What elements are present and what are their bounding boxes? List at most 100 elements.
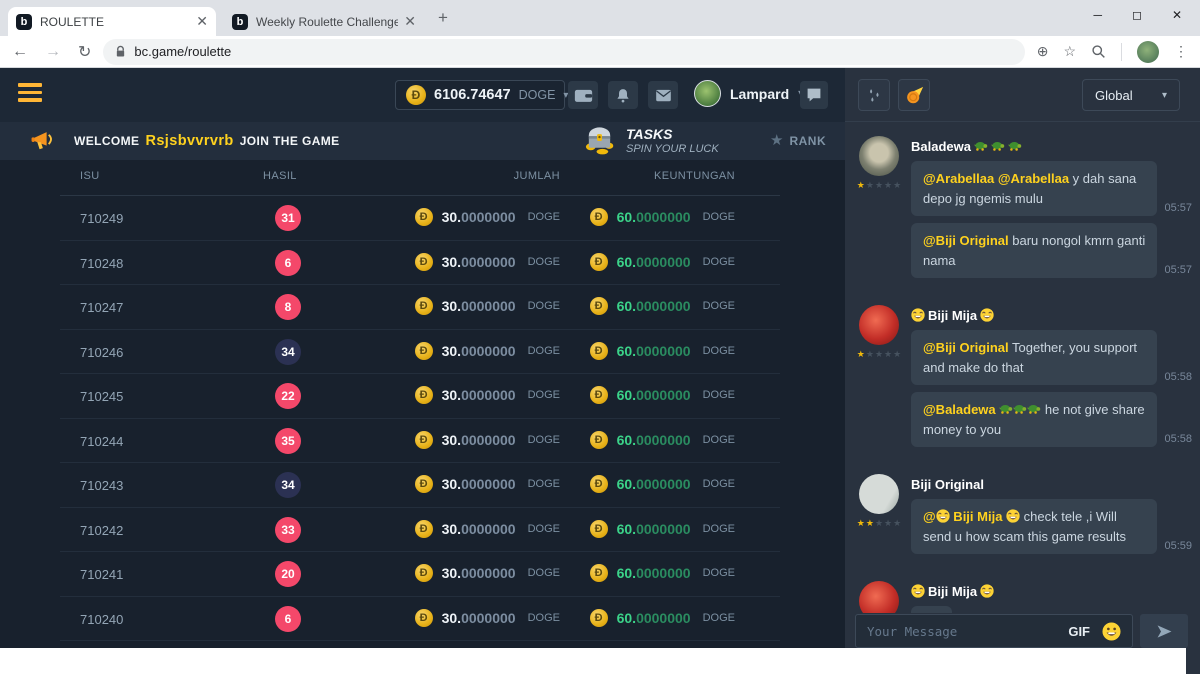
address-bar[interactable]: bc.game/roulette [103, 39, 1024, 65]
user-menu[interactable]: Lampard ▾ [694, 80, 803, 107]
user-rating: ★★★★★ [857, 181, 901, 190]
chat-avatar[interactable] [859, 474, 899, 514]
row-amount: Đ 30.0000000 DOGE [415, 520, 560, 538]
table-row: 710245 22 Đ 30.0000000 DOGE Đ 60.0000000… [60, 374, 780, 419]
search-icon[interactable] [1091, 44, 1106, 59]
tab-weekly-challenge[interactable]: b Weekly Roulette Challenge - Win ✕ [224, 7, 424, 36]
chat-username[interactable]: Biji Mija [911, 305, 1192, 325]
table-row: 710242 33 Đ 30.0000000 DOGE Đ 60.0000000… [60, 508, 780, 553]
chat-username[interactable]: Biji Mija [911, 581, 1192, 601]
result-badge: 31 [275, 205, 301, 231]
hamburger-menu-icon[interactable] [18, 83, 42, 102]
result-badge: 8 [275, 294, 301, 320]
chat-toggle-button[interactable] [800, 81, 828, 109]
chat-mention[interactable]: @Biji Original [923, 340, 1009, 355]
row-amount: Đ 30.0000000 DOGE [415, 475, 560, 493]
chat-mention[interactable]: @Arabellaa [998, 171, 1069, 186]
messages-button[interactable] [648, 81, 678, 109]
bookmark-star-icon[interactable]: ☆ [1063, 43, 1076, 60]
send-button[interactable] [1140, 614, 1188, 648]
wallet-button[interactable] [568, 81, 598, 109]
reload-icon[interactable]: ↻ [78, 42, 91, 62]
row-isu: 710249 [80, 211, 123, 226]
back-icon[interactable]: ← [12, 43, 28, 61]
row-profit: Đ 60.0000000 DOGE [590, 609, 735, 627]
tasks-widget[interactable]: TASKS SPIN YOUR LUCK [583, 125, 719, 155]
chat-avatar[interactable] [859, 136, 899, 176]
message-time: 05:58 [1164, 433, 1192, 447]
browser-profile-avatar[interactable] [1137, 41, 1159, 63]
table-row: 710241 20 Đ 30.0000000 DOGE Đ 60.0000000… [60, 552, 780, 597]
user-avatar [694, 80, 721, 107]
row-profit: Đ 60.0000000 DOGE [590, 564, 735, 582]
user-rating: ★★★★★ [857, 519, 901, 528]
chat-mention[interactable]: @Arabellaa [923, 171, 994, 186]
tab-close-icon[interactable]: ✕ [196, 13, 208, 30]
chat-username[interactable]: Biji Original [911, 474, 1192, 494]
laugh-emoji-icon [911, 584, 925, 598]
rank-widget[interactable]: ★ RANK [770, 133, 826, 148]
new-tab-button[interactable]: + [438, 8, 448, 28]
chat-avatar[interactable] [859, 581, 899, 613]
chat-mention[interactable]: @Biji Original [923, 233, 1009, 248]
chevron-down-icon: ▾ [1162, 90, 1167, 101]
chat-bubble: Ok [911, 606, 952, 613]
row-amount: Đ 30.0000000 DOGE [415, 609, 560, 627]
row-isu: 710246 [80, 345, 123, 360]
table-row: 710249 31 Đ 30.0000000 DOGE Đ 60.0000000… [60, 196, 780, 241]
doge-coin-icon: Đ [590, 520, 608, 538]
chat-channel-select[interactable]: Global ▾ [1082, 79, 1180, 111]
doge-coin-icon: Đ [590, 431, 608, 449]
doge-coin-icon: Đ [415, 253, 433, 271]
balance-selector[interactable]: Đ 6106.74647 DOGE ▾ [395, 80, 565, 110]
row-profit: Đ 60.0000000 DOGE [590, 297, 735, 315]
row-profit: Đ 60.0000000 DOGE [590, 520, 735, 538]
fireball-icon [905, 86, 924, 105]
chat-message-group: ★★★★★ Biji Mija Ok05:59 [855, 581, 1192, 613]
announcement-banner: WELCOME Rsjsbvvrvrb JOIN THE GAME TASKS … [0, 122, 845, 160]
star-icon: ★ [770, 133, 783, 148]
browser-menu-icon[interactable]: ⋮ [1174, 43, 1188, 60]
row-amount: Đ 30.0000000 DOGE [415, 208, 560, 226]
laugh-emoji-icon [980, 308, 994, 322]
chat-username[interactable]: Baladewa [911, 136, 1192, 156]
coin-drop-button[interactable] [898, 79, 930, 111]
window-maximize-icon[interactable]: ◻ [1132, 8, 1142, 22]
doge-coin-icon: Đ [415, 475, 433, 493]
zoom-icon[interactable]: ⊕ [1037, 43, 1049, 60]
rain-button[interactable] [858, 79, 890, 111]
notifications-button[interactable] [608, 81, 638, 109]
message-input-box[interactable]: GIF [855, 614, 1133, 648]
chat-mention[interactable]: Biji Mija [950, 509, 1006, 524]
row-amount: Đ 30.0000000 DOGE [415, 253, 560, 271]
doge-coin-icon: Đ [590, 564, 608, 582]
laugh-emoji-icon [1006, 509, 1020, 523]
window-minimize-icon[interactable]: ─ [1093, 8, 1102, 22]
main-content: Đ 6106.74647 DOGE ▾ Lampard ▾ [0, 68, 845, 674]
chat-mention[interactable]: @ [923, 509, 936, 524]
chat-message-group: ★★★★★ Biji Original @ Biji Mija check te… [855, 474, 1192, 561]
emoji-picker-icon[interactable] [1102, 622, 1121, 641]
laugh-emoji-icon [936, 509, 950, 523]
forward-icon[interactable]: → [45, 43, 61, 61]
gif-button[interactable]: GIF [1068, 624, 1090, 639]
row-amount: Đ 30.0000000 DOGE [415, 431, 560, 449]
doge-coin-icon: Đ [590, 208, 608, 226]
result-badge: 34 [275, 472, 301, 498]
window-close-icon[interactable]: ✕ [1172, 8, 1182, 22]
row-profit: Đ 60.0000000 DOGE [590, 386, 735, 404]
result-badge: 35 [275, 428, 301, 454]
chat-bubble: @Arabellaa @Arabellaa y dah sana depo jg… [911, 161, 1157, 216]
result-badge: 33 [275, 517, 301, 543]
message-input[interactable] [867, 624, 1062, 639]
result-badge: 6 [275, 250, 301, 276]
tab-roulette[interactable]: b ROULETTE ✕ [8, 7, 216, 36]
row-isu: 710245 [80, 389, 123, 404]
row-isu: 710244 [80, 434, 123, 449]
chat-mention[interactable]: @Baladewa [923, 402, 996, 417]
chat-avatar[interactable] [859, 305, 899, 345]
send-arrow-icon [1155, 623, 1174, 640]
tab-close-icon[interactable]: ✕ [404, 13, 416, 30]
wallet-icon [574, 87, 593, 103]
row-amount: Đ 30.0000000 DOGE [415, 564, 560, 582]
